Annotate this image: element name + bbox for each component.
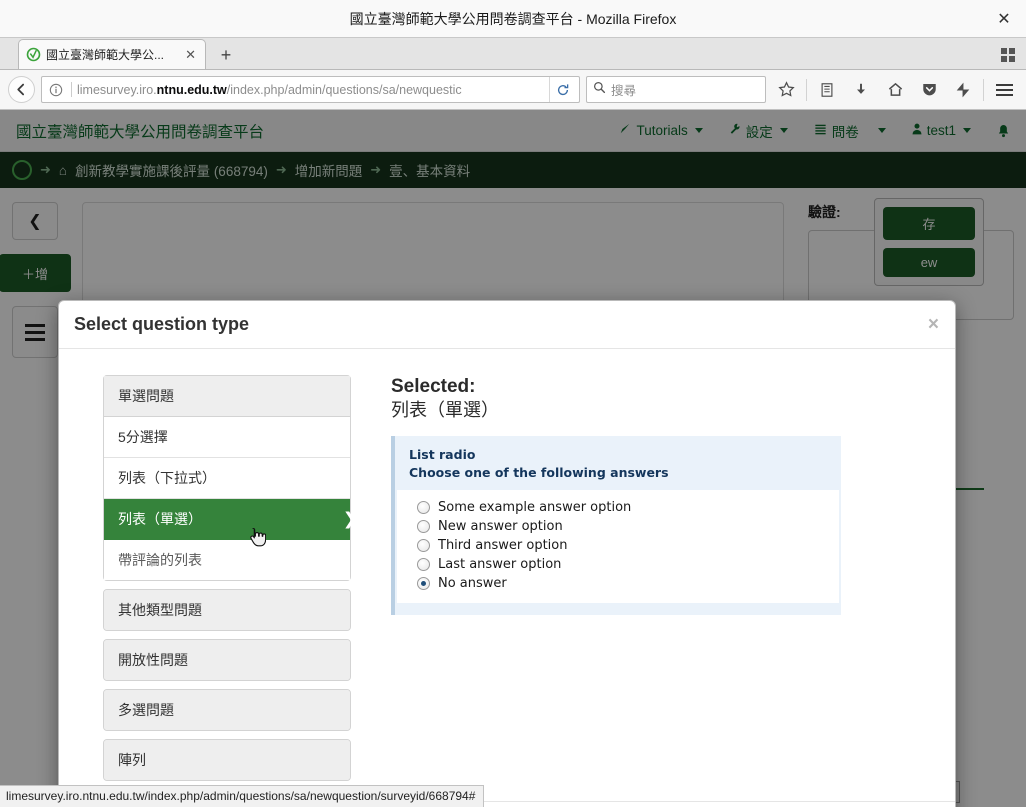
tab-close-icon[interactable]: ✕ [182,47,199,63]
question-instruction: Choose one of the following answers [409,465,669,481]
selected-value: 列表（單選） [391,399,499,420]
url-bar[interactable]: limesurvey.iro.ntnu.edu.tw/index.php/adm… [41,76,580,103]
search-icon [593,81,606,99]
question-type-preview: Selected: 列表（單選） List radio Choose one o… [391,375,937,791]
radio-button[interactable] [417,539,430,553]
home-icon[interactable] [881,76,909,104]
question-preview-footer [395,603,841,615]
question-preview-box: List radio Choose one of the following a… [391,436,841,616]
answer-label: New answer option [438,519,563,535]
browser-tab[interactable]: 國立臺灣師範大學公... ✕ [18,39,206,69]
pocket-icon[interactable] [915,76,943,104]
star-icon[interactable] [772,76,800,104]
question-type-group-list: 單選問題 5分選擇 列表（下拉式） 列表（單選） ❯ 帶評論的列表 其他類型問題… [103,375,357,791]
answer-label: Third answer option [438,538,568,554]
search-bar[interactable]: 搜尋 [586,76,766,103]
modal-title: Select question type [74,314,250,334]
navbar-divider [806,78,807,101]
group-header-mask-questions[interactable]: 其他類型問題 [104,590,350,630]
answer-row[interactable]: Last answer option [417,555,825,574]
library-icon[interactable] [813,76,841,104]
radio-button[interactable] [417,520,430,534]
navbar-divider-2 [983,78,984,101]
question-preview-header: List radio Choose one of the following a… [395,436,841,490]
url-text: limesurvey.iro.ntnu.edu.tw/index.php/adm… [77,83,549,97]
url-domain: ntnu.edu.tw [156,82,227,97]
select-question-type-modal: Select question type × 單選問題 5分選擇 列表（下拉式）… [58,300,956,807]
answer-option-list: Some example answer option New answer op… [397,490,839,604]
type-item-5-point-choice[interactable]: 5分選擇 [104,417,350,458]
type-item-list-dropdown[interactable]: 列表（下拉式） [104,458,350,499]
browser-titlebar: 國立臺灣師範大學公用問卷調查平台 - Mozilla Firefox ✕ [0,0,1026,38]
close-icon[interactable]: × [928,315,939,334]
question-type-group-multiple: 多選問題 [103,689,351,731]
modal-body: 單選問題 5分選擇 列表（下拉式） 列表（單選） ❯ 帶評論的列表 其他類型問題… [59,349,955,801]
reload-icon[interactable] [549,77,575,102]
answer-row[interactable]: Some example answer option [417,498,825,517]
modal-header: Select question type × [59,301,955,349]
group-header-multiple-choice[interactable]: 多選問題 [104,690,350,730]
type-item-label: 列表（單選） [118,511,202,527]
hamburger-icon[interactable] [990,76,1018,104]
tab-strip: 國立臺灣師範大學公... ✕ + [0,38,1026,70]
list-all-tabs-icon[interactable] [998,45,1018,65]
browser-navbar: limesurvey.iro.ntnu.edu.tw/index.php/adm… [0,70,1026,110]
tab-title: 國立臺灣師範大學公... [46,48,165,62]
new-tab-button[interactable]: + [212,41,240,69]
back-button[interactable] [8,76,35,103]
question-code-title: List radio [409,447,476,463]
answer-row-no-answer[interactable]: No answer [417,574,825,593]
search-placeholder: 搜尋 [611,84,637,98]
group-header-single-choice[interactable]: 單選問題 [104,376,350,417]
page-viewport: 國立臺灣師範大學公用問卷調查平台 Tutorials 設定 問卷 test1 ➜… [0,110,1026,807]
group-header-text-questions[interactable]: 開放性問題 [104,640,350,680]
question-type-group-mask: 其他類型問題 [103,589,351,631]
selected-label: Selected: [391,376,476,397]
radio-button-selected[interactable] [417,577,430,591]
radio-button[interactable] [417,501,430,515]
site-info-icon[interactable] [46,80,66,100]
answer-label: Some example answer option [438,500,632,516]
answer-row[interactable]: Third answer option [417,536,825,555]
url-divider [71,82,72,97]
question-type-group-arrays: 陣列 [103,739,351,781]
url-suffix: /index.php/admin/questions/sa/newquestic [226,82,462,97]
question-type-group-text: 開放性問題 [103,639,351,681]
answer-label: Last answer option [438,557,562,573]
question-type-group-single: 單選問題 5分選擇 列表（下拉式） 列表（單選） ❯ 帶評論的列表 [103,375,357,581]
type-item-list-radio[interactable]: 列表（單選） ❯ [104,499,357,547]
download-icon[interactable] [847,76,875,104]
type-item-list-with-comment[interactable]: 帶評論的列表 [104,540,350,580]
window-title: 國立臺灣師範大學公用問卷調查平台 - Mozilla Firefox [349,10,677,27]
window-close-button[interactable]: ✕ [992,7,1016,31]
answer-label: No answer [438,576,507,592]
radio-button[interactable] [417,558,430,572]
group-header-arrays[interactable]: 陣列 [104,740,350,780]
limesurvey-favicon-icon [25,47,41,63]
url-prefix: limesurvey.iro. [77,82,157,97]
chevron-right-icon: ❯ [342,509,357,529]
answer-row[interactable]: New answer option [417,517,825,536]
sync-icon[interactable] [949,76,977,104]
status-bar: limesurvey.iro.ntnu.edu.tw/index.php/adm… [0,785,485,807]
